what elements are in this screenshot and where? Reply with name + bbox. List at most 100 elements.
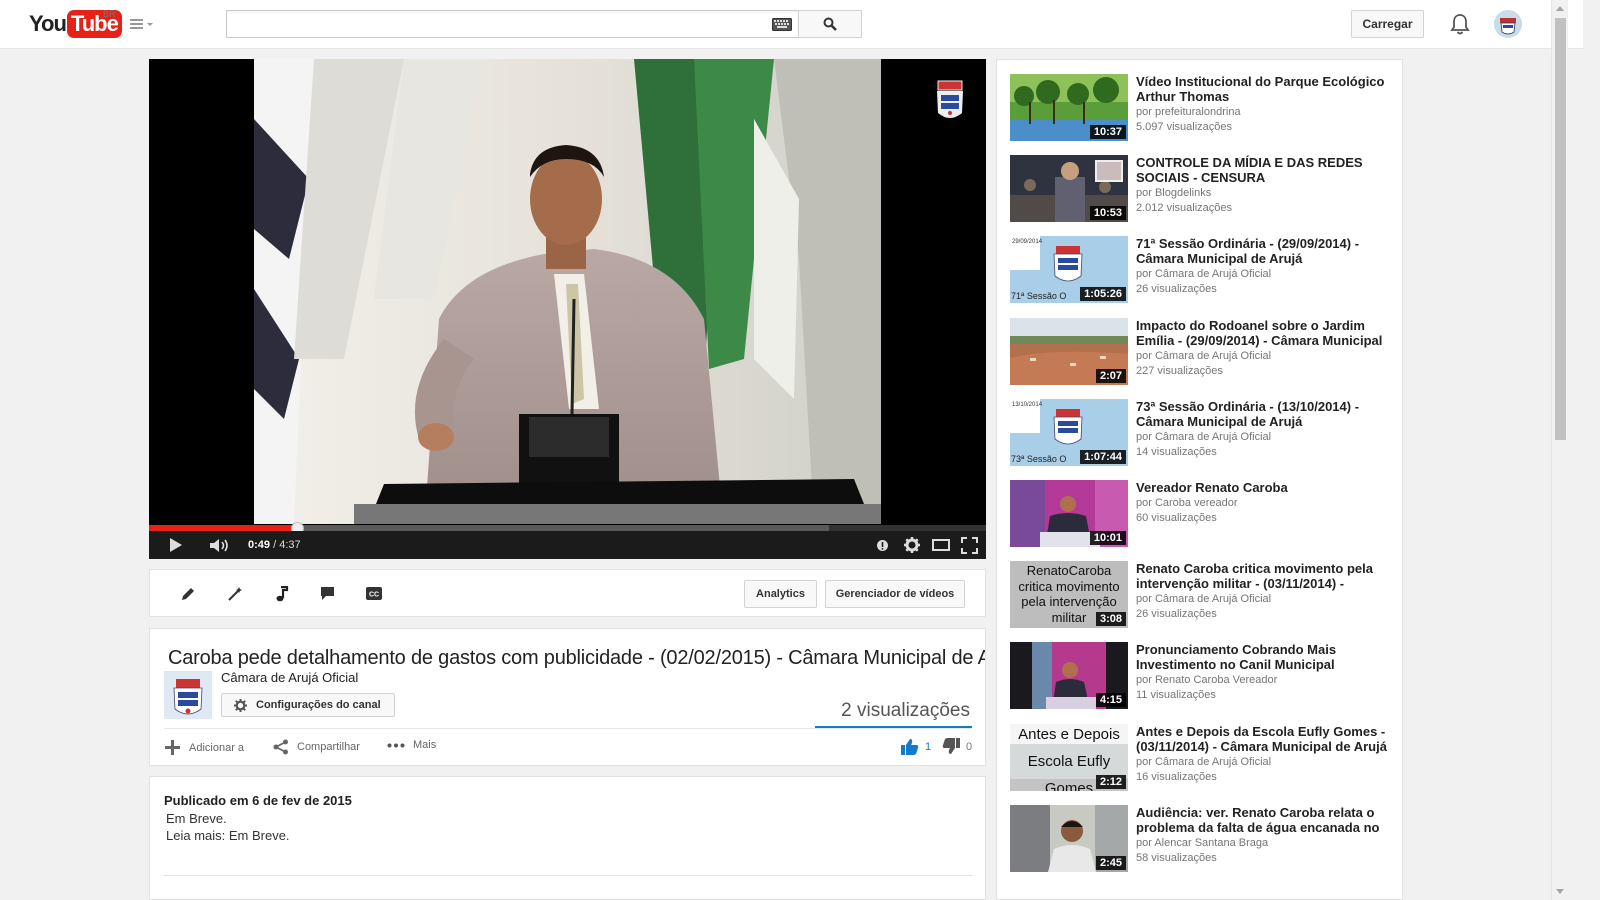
video-channel: por Câmara de Arujá Oficial bbox=[1136, 593, 1272, 605]
video-duration: 4:15 bbox=[1095, 693, 1126, 707]
dislike-count: 0 bbox=[966, 740, 973, 753]
video-manager-button[interactable]: Gerenciador de vídeos bbox=[825, 580, 965, 608]
video-title[interactable]: CONTROLE DA MÍDIA E DAS REDES SOCIAIS - … bbox=[1136, 155, 1391, 185]
scroll-thumb[interactable] bbox=[1555, 18, 1566, 440]
theater-mode-icon[interactable] bbox=[932, 539, 950, 551]
video-title[interactable]: Renato Caroba critica movimento pela int… bbox=[1136, 561, 1391, 591]
description-line: Em Breve. bbox=[166, 811, 227, 826]
video-views: 26 visualizações bbox=[1136, 283, 1217, 295]
video-title[interactable]: Pronunciamento Cobrando Mais Investiment… bbox=[1136, 642, 1391, 672]
video-title[interactable]: 71ª Sessão Ordinária - (29/09/2014) - Câ… bbox=[1136, 236, 1391, 266]
search-input[interactable] bbox=[227, 11, 767, 37]
captions-cc-icon[interactable]: CC bbox=[366, 587, 382, 600]
video-views: 58 visualizações bbox=[1136, 852, 1217, 864]
time-display: 0:49 / 4:37 bbox=[248, 539, 301, 551]
related-video-item[interactable]: 29/09/2014 71ª Sessão O 1:05:26 71ª Sess… bbox=[1010, 236, 1395, 304]
related-video-item[interactable]: 10:53 CONTROLE DA MÍDIA E DAS REDES SOCI… bbox=[1010, 155, 1395, 223]
video-views: 11 visualizações bbox=[1136, 689, 1216, 701]
video-thumbnail[interactable]: Antes e Depois Escola Eufly Gomes 2:12 bbox=[1010, 724, 1128, 791]
thumbs-up-icon bbox=[901, 739, 919, 755]
related-video-item[interactable]: 10:01 Vereador Renato Caroba por Caroba … bbox=[1010, 480, 1395, 548]
video-title[interactable]: Audiência: ver. Renato Caroba relata o p… bbox=[1136, 805, 1391, 835]
related-video-item[interactable]: 2:07 Impacto do Rodoanel sobre o Jardim … bbox=[1010, 318, 1395, 386]
video-thumbnail[interactable]: 10:37 bbox=[1010, 74, 1128, 141]
video-frame[interactable] bbox=[254, 59, 881, 524]
video-thumbnail[interactable]: 10:53 bbox=[1010, 155, 1128, 222]
guide-menu-button[interactable] bbox=[128, 14, 156, 34]
channel-watermark[interactable] bbox=[934, 79, 966, 128]
video-thumbnail[interactable]: 10:01 bbox=[1010, 480, 1128, 547]
like-count: 1 bbox=[925, 740, 932, 753]
video-duration: 10:53 bbox=[1089, 206, 1126, 220]
add-to-button[interactable]: Adicionar a bbox=[164, 739, 244, 756]
related-video-item[interactable]: 13/10/2014 73ª Sessão O 1:07:44 73ª Sess… bbox=[1010, 399, 1395, 467]
total-duration: / 4:37 bbox=[273, 539, 301, 551]
upload-button[interactable]: Carregar bbox=[1351, 10, 1424, 38]
analytics-button[interactable]: Analytics bbox=[744, 580, 817, 608]
svg-text:CC: CC bbox=[369, 592, 379, 599]
edit-pencil-icon[interactable] bbox=[180, 586, 196, 602]
video-channel: por prefeituralondrina bbox=[1136, 106, 1241, 118]
user-avatar[interactable] bbox=[1494, 10, 1522, 38]
video-title[interactable]: Vereador Renato Caroba bbox=[1136, 480, 1391, 495]
video-title[interactable]: Antes e Depois da Escola Eufly Gomes - (… bbox=[1136, 724, 1391, 754]
related-video-item[interactable]: 2:45 Audiência: ver. Renato Caroba relat… bbox=[1010, 805, 1395, 873]
video-views: 227 visualizações bbox=[1136, 365, 1223, 377]
channel-settings-label: Configurações do canal bbox=[256, 699, 381, 711]
page-scrollbar[interactable] bbox=[1551, 0, 1568, 900]
thumbnail-date: 29/09/2014 bbox=[1012, 239, 1043, 245]
video-duration: 2:45 bbox=[1095, 856, 1126, 870]
video-title[interactable]: Impacto do Rodoanel sobre o Jardim Emíli… bbox=[1136, 318, 1391, 348]
video-thumbnail[interactable]: 2:45 bbox=[1010, 805, 1128, 872]
related-video-item[interactable]: Antes e Depois Escola Eufly Gomes 2:12 A… bbox=[1010, 724, 1395, 792]
share-button[interactable]: Compartilhar bbox=[273, 739, 360, 755]
enhancements-wand-icon[interactable] bbox=[227, 586, 243, 602]
video-channel: por Câmara de Arujá Oficial bbox=[1136, 756, 1272, 768]
video-title[interactable]: Vídeo Institucional do Parque Ecológico … bbox=[1136, 74, 1391, 104]
player-controls: 0:49 / 4:37 bbox=[149, 531, 986, 559]
volume-icon[interactable] bbox=[209, 538, 231, 553]
fullscreen-icon[interactable] bbox=[961, 537, 978, 554]
video-title[interactable]: 73ª Sessão Ordinária - (13/10/2014) - Câ… bbox=[1136, 399, 1391, 429]
related-video-item[interactable]: RenatoCaroba critica movimento pela inte… bbox=[1010, 561, 1395, 629]
video-channel: por Caroba vereador bbox=[1136, 497, 1238, 509]
related-video-item[interactable]: 10:37 Vídeo Institucional do Parque Ecol… bbox=[1010, 74, 1395, 142]
hamburger-icon bbox=[130, 19, 153, 29]
scroll-up-arrow-icon[interactable] bbox=[1556, 6, 1564, 11]
notifications-bell-icon[interactable] bbox=[1450, 13, 1470, 35]
channel-avatar[interactable] bbox=[164, 671, 212, 719]
search-button[interactable] bbox=[798, 10, 862, 38]
channel-name[interactable]: Câmara de Arujá Oficial bbox=[221, 670, 358, 685]
video-player[interactable]: 0:49 / 4:37 bbox=[149, 59, 986, 559]
video-channel: por Renato Caroba Vereador bbox=[1136, 674, 1278, 686]
audio-note-icon[interactable] bbox=[275, 586, 289, 602]
channel-settings-button[interactable]: Configurações do canal bbox=[221, 693, 395, 717]
play-icon[interactable] bbox=[169, 537, 183, 553]
dislike-button[interactable]: 0 bbox=[942, 738, 972, 755]
annotations-speech-icon[interactable] bbox=[320, 586, 335, 601]
account-avatar-icon bbox=[1494, 10, 1522, 38]
more-label: Mais bbox=[413, 739, 437, 751]
like-button[interactable]: 1 bbox=[901, 738, 931, 755]
keyboard-icon[interactable] bbox=[772, 18, 792, 31]
more-dots-icon bbox=[387, 743, 405, 747]
video-thumbnail[interactable]: 29/09/2014 71ª Sessão O 1:05:26 bbox=[1010, 236, 1128, 303]
settings-gear-icon[interactable] bbox=[904, 537, 920, 553]
video-thumbnail[interactable]: RenatoCaroba critica movimento pela inte… bbox=[1010, 561, 1128, 628]
city-crest-icon bbox=[937, 80, 963, 118]
video-duration: 10:01 bbox=[1089, 531, 1126, 545]
share-label: Compartilhar bbox=[297, 741, 360, 753]
logo-country-code: BR bbox=[103, 9, 116, 19]
video-thumbnail[interactable]: 13/10/2014 73ª Sessão O 1:07:44 bbox=[1010, 399, 1128, 466]
video-views: 26 visualizações bbox=[1136, 608, 1217, 620]
more-button[interactable]: Mais bbox=[387, 739, 436, 751]
creator-toolbar: CC Analytics Gerenciador de vídeos bbox=[149, 569, 986, 617]
annotations-info-icon[interactable] bbox=[876, 539, 889, 552]
video-scene-image bbox=[254, 59, 881, 524]
youtube-logo[interactable]: You Tube BR bbox=[29, 9, 122, 38]
video-thumbnail[interactable]: 2:07 bbox=[1010, 318, 1128, 385]
video-duration: 2:12 bbox=[1095, 775, 1126, 789]
scroll-down-arrow-icon[interactable] bbox=[1556, 889, 1564, 894]
video-thumbnail[interactable]: 4:15 bbox=[1010, 642, 1128, 709]
related-video-item[interactable]: 4:15 Pronunciamento Cobrando Mais Invest… bbox=[1010, 642, 1395, 710]
